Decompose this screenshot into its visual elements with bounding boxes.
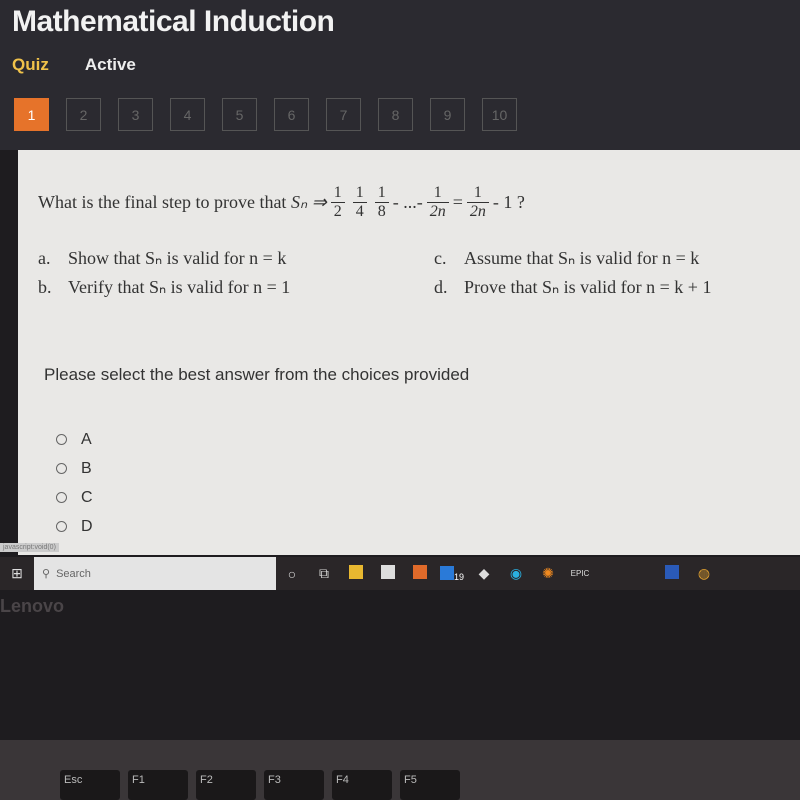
- radio-a[interactable]: A: [56, 425, 93, 454]
- fraction: 14: [352, 184, 367, 221]
- radio-c[interactable]: C: [56, 483, 93, 512]
- store-icon[interactable]: [372, 565, 404, 582]
- question-button-5[interactable]: 5: [222, 98, 257, 131]
- file-explorer-icon[interactable]: [340, 565, 372, 582]
- question-button-6[interactable]: 6: [274, 98, 309, 131]
- instructions: Please select the best answer from the c…: [44, 365, 470, 384]
- radio-d[interactable]: D: [56, 512, 93, 541]
- ellipsis: - ...-: [392, 192, 423, 212]
- sn-symbol: Sₙ ⇒: [290, 192, 327, 212]
- blender-icon[interactable]: ✺: [532, 565, 564, 582]
- fraction: 1 2n: [466, 184, 489, 221]
- question-tail: - 1 ?: [492, 192, 525, 212]
- taskbar: ⊞ ⚲ Search ○ ⧉ 19 ◆ ◉ ✺ EPIC ◍: [0, 557, 800, 590]
- app-icon[interactable]: [404, 565, 436, 582]
- question-text: What is the final step to prove that Sₙ …: [38, 184, 525, 221]
- key-f4: F4: [332, 770, 392, 800]
- lenovo-logo: Lenovo: [0, 596, 65, 616]
- page-title: Mathematical Induction: [12, 5, 335, 38]
- key-f2: F2: [196, 770, 256, 800]
- question-button-1[interactable]: 1: [14, 98, 49, 131]
- status-url: javascript:void(0): [0, 543, 59, 552]
- windows-start-icon[interactable]: ⊞: [0, 565, 34, 582]
- key-f5: F5: [400, 770, 460, 800]
- taskbar-search[interactable]: ⚲ Search: [34, 557, 276, 590]
- question-button-10[interactable]: 10: [482, 98, 517, 131]
- key-esc: Esc: [60, 770, 120, 800]
- eraser-app-icon[interactable]: ◆: [468, 565, 500, 582]
- choices-right: c. Assume that Sₙ is valid for n = k d. Pr…: [434, 244, 711, 302]
- fraction: 1 2n: [426, 184, 449, 221]
- chrome-icon[interactable]: ◍: [688, 565, 720, 582]
- cortana-icon[interactable]: ○: [276, 566, 308, 582]
- app-header: Mathematical Induction Quiz Active 1 2 3…: [0, 0, 800, 150]
- search-icon: ⚲: [42, 568, 51, 580]
- question-button-2[interactable]: 2: [66, 98, 101, 131]
- key-f1: F1: [128, 770, 188, 800]
- task-view-icon[interactable]: ⧉: [308, 565, 340, 582]
- fraction: 18: [374, 184, 389, 221]
- question-nav: 1 2 3 4 5 6 7 8 9 10: [14, 98, 517, 131]
- answer-radio-group: A B C D: [56, 425, 93, 541]
- question-stem: What is the final step to prove that: [38, 192, 287, 212]
- choice-d: d. Prove that Sₙ is valid for n = k + 1: [434, 277, 712, 297]
- fraction: 12: [330, 184, 345, 221]
- radio-b[interactable]: B: [56, 454, 93, 483]
- question-panel: What is the final step to prove that Sₙ …: [18, 150, 800, 555]
- choice-c: c. Assume that Sₙ is valid for n = k: [434, 248, 700, 268]
- choices-left: a. Show that Sₙ is valid for n = k b. Veri…: [38, 244, 290, 302]
- header-tabs: Quiz Active: [12, 55, 136, 75]
- edge-icon[interactable]: ◉: [500, 565, 532, 582]
- mail-icon[interactable]: 19: [436, 565, 468, 582]
- word-icon[interactable]: [656, 565, 688, 582]
- question-button-4[interactable]: 4: [170, 98, 205, 131]
- status-active: Active: [84, 55, 136, 74]
- choice-a: a. Show that Sₙ is valid for n = k: [38, 248, 287, 268]
- epic-games-icon[interactable]: EPIC: [564, 569, 596, 578]
- tab-quiz[interactable]: Quiz: [12, 55, 49, 75]
- question-button-8[interactable]: 8: [378, 98, 413, 131]
- key-f3: F3: [264, 770, 324, 800]
- choice-b: b. Verify that Sₙ is valid for n = 1: [38, 277, 291, 297]
- question-button-7[interactable]: 7: [326, 98, 361, 131]
- question-button-3[interactable]: 3: [118, 98, 153, 131]
- question-button-9[interactable]: 9: [430, 98, 465, 131]
- equals: =: [452, 192, 463, 212]
